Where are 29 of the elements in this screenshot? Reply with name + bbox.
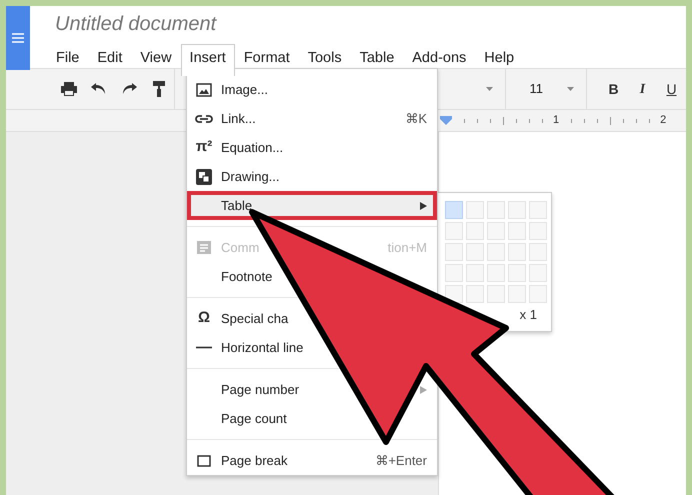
- font-size[interactable]: 11: [506, 79, 567, 99]
- ruler-number: 1: [553, 113, 560, 128]
- menu-item[interactable]: Edit: [88, 44, 132, 76]
- menu-item[interactable]: Page count: [187, 406, 287, 430]
- size-label: x 1: [518, 306, 538, 324]
- bold-button[interactable]: B: [599, 78, 628, 100]
- document-title[interactable]: Untitled document: [30, 6, 524, 36]
- menu-item[interactable]: File: [47, 44, 88, 76]
- menu-item[interactable]: Help: [475, 44, 524, 76]
- italic-button[interactable]: I: [628, 78, 657, 100]
- ruler-number: 2: [660, 113, 666, 128]
- symbol-icon: Ω: [198, 307, 210, 330]
- menu-item[interactable]: Link...: [187, 106, 256, 130]
- menu-item[interactable]: Footnote: [187, 264, 272, 288]
- menu-item[interactable]: Insert: [180, 44, 235, 76]
- menu-item[interactable]: Page number: [187, 378, 300, 402]
- shortcut: ⌘K: [405, 110, 427, 128]
- menu-item[interactable]: Horizontal line: [187, 336, 304, 360]
- menu-item[interactable]: View: [131, 44, 181, 76]
- underline-button[interactable]: U: [657, 78, 686, 100]
- menu-item[interactable]: Table: [187, 191, 437, 220]
- symbol-icon: π²: [196, 136, 212, 159]
- menu-item[interactable]: Image...: [187, 78, 268, 102]
- menu-item[interactable]: Ω Special cha: [187, 306, 288, 330]
- menu-item[interactable]: Drawing...: [187, 164, 280, 188]
- shortcut: ⌘+Enter: [375, 452, 427, 470]
- menu-item[interactable]: Page break: [187, 448, 288, 472]
- shortcut: tion+M: [388, 238, 427, 257]
- menu-item[interactable]: π² Equation...: [187, 136, 284, 160]
